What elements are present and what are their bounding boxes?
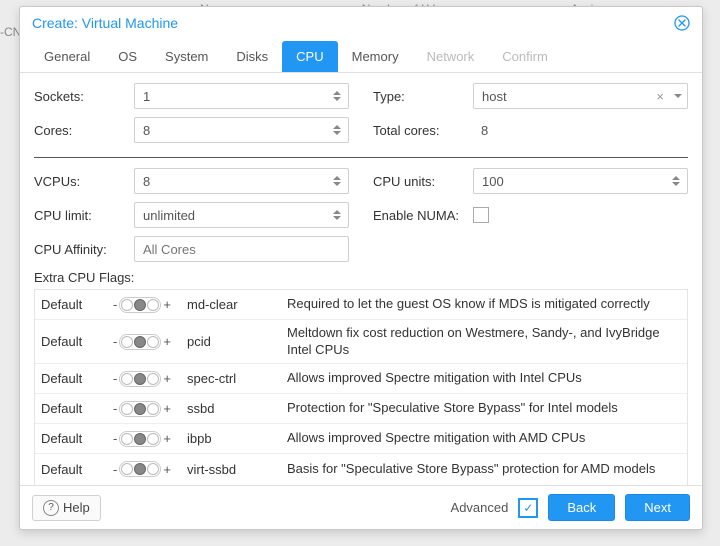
next-button[interactable]: Next xyxy=(625,494,690,521)
tristate-radio[interactable] xyxy=(119,431,161,447)
help-button-label: Help xyxy=(63,500,90,515)
enable-numa-checkbox[interactable] xyxy=(473,207,489,223)
flag-tristate[interactable]: -+ xyxy=(113,401,187,417)
sockets-input[interactable] xyxy=(134,83,349,109)
flag-name: spec-ctrl xyxy=(187,371,287,386)
tab-system[interactable]: System xyxy=(151,41,222,72)
tab-bar: General OS System Disks CPU Memory Netwo… xyxy=(20,35,702,73)
tristate-radio[interactable] xyxy=(119,371,161,387)
flag-description: Basis for "Speculative Store Bypass" pro… xyxy=(287,461,681,478)
modal-title: Create: Virtual Machine xyxy=(32,15,178,31)
vcpus-label: VCPUs: xyxy=(34,174,134,189)
cpu-units-label: CPU units: xyxy=(373,174,473,189)
flag-name: ssbd xyxy=(187,401,287,416)
flag-state: Default xyxy=(41,297,113,312)
flag-description: Protection for "Speculative Store Bypass… xyxy=(287,400,681,417)
flag-name: virt-ssbd xyxy=(187,462,287,477)
flag-row-pcid: Default-+pcidMeltdown fix cost reduction… xyxy=(35,320,687,364)
tristate-radio[interactable] xyxy=(119,401,161,417)
flag-row-ibpb: Default-+ibpbAllows improved Spectre mit… xyxy=(35,424,687,454)
chevron-down-icon[interactable] xyxy=(674,83,682,109)
sockets-label: Sockets: xyxy=(34,89,134,104)
flag-tristate[interactable]: -+ xyxy=(113,334,187,350)
flag-tristate[interactable]: -+ xyxy=(113,371,187,387)
flag-row-spec-ctrl: Default-+spec-ctrlAllows improved Spectr… xyxy=(35,364,687,394)
flag-state: Default xyxy=(41,401,113,416)
flag-row-virt-ssbd: Default-+virt-ssbdBasis for "Speculative… xyxy=(35,454,687,484)
help-icon: ? xyxy=(43,500,59,516)
tab-cpu[interactable]: CPU xyxy=(282,41,337,72)
tab-confirm: Confirm xyxy=(488,41,562,72)
flag-description: Allows improved Spectre mitigation with … xyxy=(287,430,681,447)
tab-network: Network xyxy=(413,41,489,72)
flag-state: Default xyxy=(41,371,113,386)
tab-memory[interactable]: Memory xyxy=(338,41,413,72)
flag-row-ssbd: Default-+ssbdProtection for "Speculative… xyxy=(35,394,687,424)
advanced-checkbox[interactable]: ✓ xyxy=(518,498,538,518)
flag-tristate[interactable]: -+ xyxy=(113,461,187,477)
flag-description: Allows improved Spectre mitigation with … xyxy=(287,370,681,387)
help-button[interactable]: ? Help xyxy=(32,495,101,521)
flag-description: Required to let the guest OS know if MDS… xyxy=(287,296,681,313)
tristate-radio[interactable] xyxy=(119,461,161,477)
cores-label: Cores: xyxy=(34,123,134,138)
cpu-affinity-label: CPU Affinity: xyxy=(34,242,134,257)
type-label: Type: xyxy=(373,89,473,104)
flag-tristate[interactable]: -+ xyxy=(113,431,187,447)
back-button[interactable]: Back xyxy=(548,494,615,521)
tristate-radio[interactable] xyxy=(119,297,161,313)
section-divider xyxy=(34,157,688,158)
cpu-flags-table: Default-+md-clearRequired to let the gue… xyxy=(34,289,688,485)
tab-os[interactable]: OS xyxy=(104,41,151,72)
total-cores-label: Total cores: xyxy=(373,123,473,138)
flag-state: Default xyxy=(41,462,113,477)
flag-state: Default xyxy=(41,431,113,446)
cores-input[interactable] xyxy=(134,117,349,143)
flag-description: Meltdown fix cost reduction on Westmere,… xyxy=(287,325,681,359)
total-cores-value: 8 xyxy=(473,123,688,138)
cpu-affinity-input[interactable] xyxy=(134,236,349,262)
cpu-limit-label: CPU limit: xyxy=(34,208,134,223)
tab-general[interactable]: General xyxy=(30,41,104,72)
vcpus-input[interactable] xyxy=(134,168,349,194)
flag-name: ibpb xyxy=(187,431,287,446)
create-vm-modal: Create: Virtual Machine General OS Syste… xyxy=(19,6,703,530)
advanced-label: Advanced xyxy=(451,500,509,515)
flag-row-md-clear: Default-+md-clearRequired to let the gue… xyxy=(35,290,687,320)
flag-name: md-clear xyxy=(187,297,287,312)
cpu-units-input[interactable] xyxy=(473,168,688,194)
flag-name: pcid xyxy=(187,334,287,349)
close-icon[interactable] xyxy=(674,15,690,31)
tab-disks[interactable]: Disks xyxy=(222,41,282,72)
enable-numa-label: Enable NUMA: xyxy=(373,208,473,223)
clear-icon[interactable]: × xyxy=(656,83,664,109)
cpu-limit-input[interactable] xyxy=(134,202,349,228)
extra-cpu-flags-label: Extra CPU Flags: xyxy=(34,270,688,285)
flag-state: Default xyxy=(41,334,113,349)
flag-tristate[interactable]: -+ xyxy=(113,297,187,313)
tristate-radio[interactable] xyxy=(119,334,161,350)
